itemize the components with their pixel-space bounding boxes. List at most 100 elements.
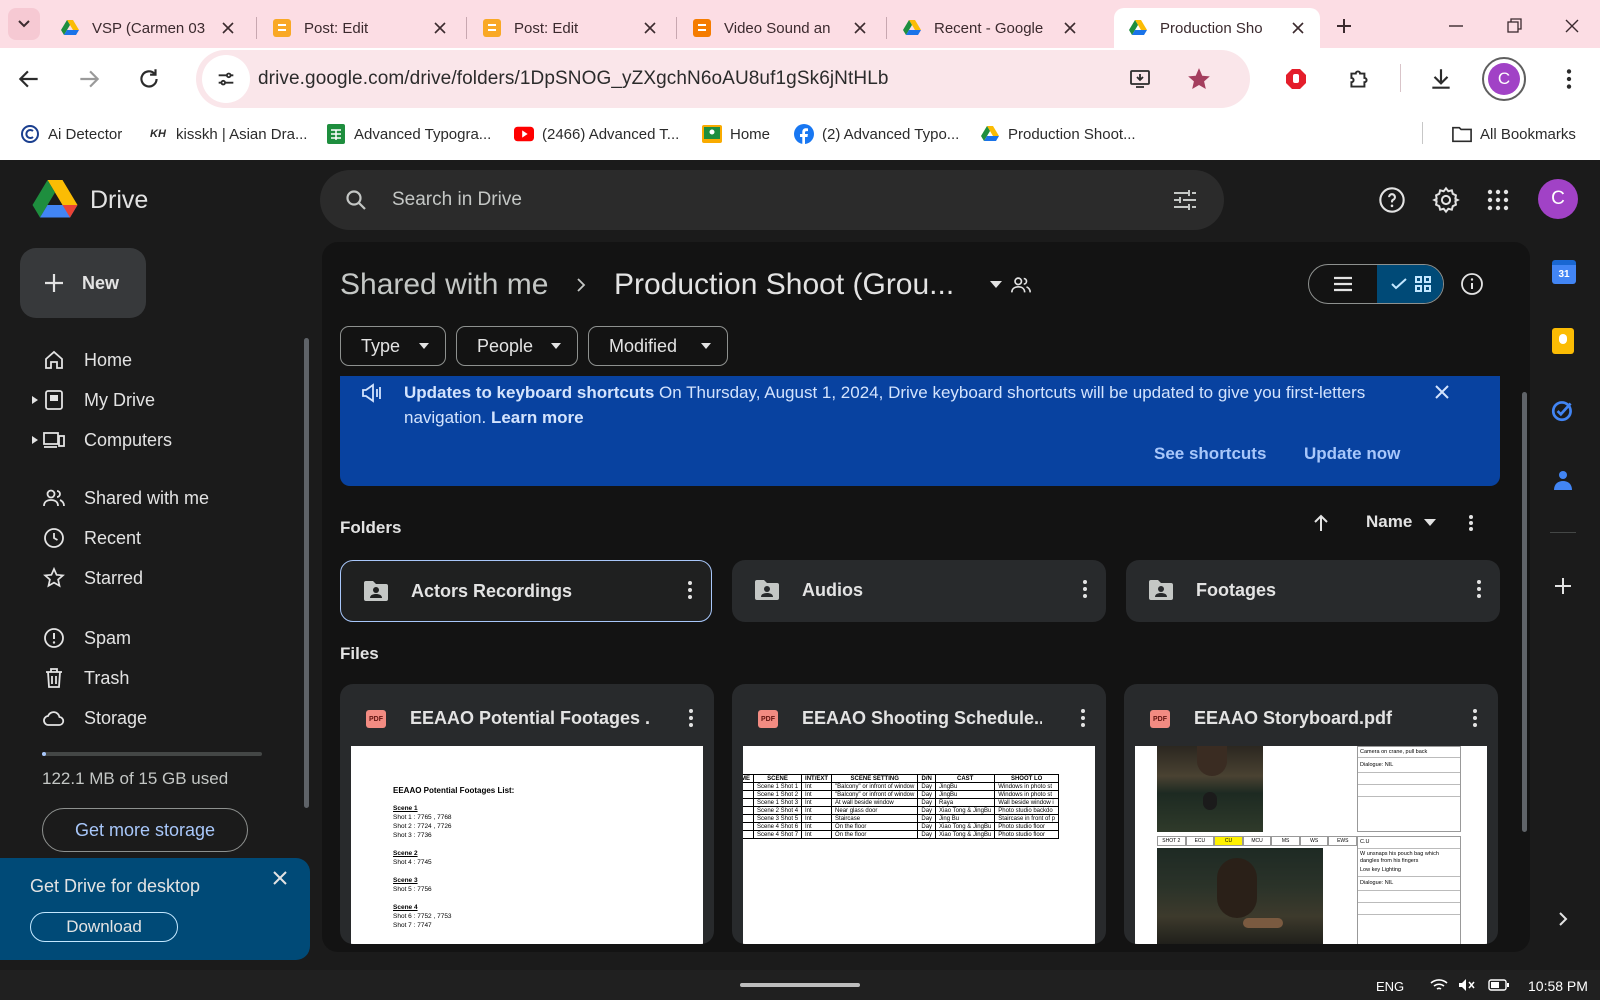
- taskbar-handle[interactable]: [740, 983, 860, 987]
- new-tab-button[interactable]: [1332, 14, 1356, 38]
- search-input[interactable]: Search in Drive: [392, 189, 522, 211]
- nav-storage[interactable]: Storage: [0, 702, 300, 734]
- site-info-button[interactable]: [202, 55, 250, 103]
- adblock-extension-icon[interactable]: [1284, 67, 1308, 91]
- filter-type[interactable]: Type: [340, 326, 446, 366]
- more-vert-icon[interactable]: [687, 580, 693, 600]
- more-vert-icon[interactable]: [1080, 708, 1086, 728]
- learn-more-link[interactable]: Learn more: [491, 408, 584, 427]
- new-button[interactable]: New: [20, 248, 146, 318]
- nav-computers[interactable]: Computers: [0, 424, 300, 456]
- search-icon[interactable]: [344, 188, 368, 212]
- bookmark-item[interactable]: Home: [702, 124, 770, 144]
- bookmark-item[interactable]: Advanced Typogra...: [326, 124, 491, 144]
- nav-shared-with-me[interactable]: Shared with me: [0, 482, 300, 514]
- bookmark-star-button[interactable]: [1186, 66, 1212, 92]
- minimize-window-button[interactable]: [1446, 16, 1470, 36]
- close-tab-icon[interactable]: [1286, 16, 1310, 40]
- drive-logo[interactable]: Drive: [32, 180, 148, 220]
- forward-button[interactable]: [76, 66, 102, 92]
- more-vert-icon[interactable]: [1082, 579, 1088, 599]
- browser-tab[interactable]: Post: Edit: [468, 8, 672, 48]
- drive-search-bar[interactable]: Search in Drive: [320, 170, 1224, 230]
- wifi-icon[interactable]: [1430, 978, 1448, 992]
- breadcrumb-parent[interactable]: Shared with me: [340, 268, 548, 302]
- close-banner-icon[interactable]: [1434, 384, 1450, 400]
- more-vert-icon[interactable]: [1472, 708, 1478, 728]
- battery-icon[interactable]: [1488, 978, 1510, 992]
- info-icon[interactable]: [1460, 272, 1484, 296]
- tab-search-button[interactable]: [8, 8, 40, 40]
- reload-button[interactable]: [136, 66, 162, 92]
- sort-direction-arrow-icon[interactable]: [1312, 514, 1330, 532]
- contacts-icon[interactable]: [1552, 468, 1574, 492]
- bookmark-item[interactable]: Production Shoot...: [980, 124, 1136, 144]
- bookmark-item[interactable]: Ai Detector: [20, 124, 122, 144]
- close-tab-icon[interactable]: [216, 16, 240, 40]
- see-shortcuts-button[interactable]: See shortcuts: [1154, 444, 1266, 464]
- keep-icon[interactable]: [1552, 328, 1574, 354]
- apps-grid-icon[interactable]: [1486, 188, 1510, 212]
- profile-avatar[interactable]: C: [1482, 57, 1526, 101]
- nav-my-drive[interactable]: My Drive: [0, 384, 300, 416]
- list-view-button[interactable]: [1309, 265, 1377, 303]
- search-options-icon[interactable]: [1172, 188, 1198, 212]
- bookmark-item[interactable]: (2) Advanced Typo...: [794, 124, 959, 144]
- file-card[interactable]: PDF EEAAO Storyboard.pdf Camera on crane…: [1124, 684, 1498, 944]
- tasks-icon[interactable]: [1550, 397, 1576, 423]
- extensions-puzzle-icon[interactable]: [1346, 66, 1372, 92]
- shared-folder-people-icon[interactable]: [1010, 274, 1032, 296]
- account-avatar[interactable]: C: [1538, 179, 1578, 219]
- back-button[interactable]: [16, 66, 42, 92]
- close-tab-icon[interactable]: [848, 16, 872, 40]
- file-card[interactable]: PDF EEAAO Potential Footages ... EEAAO P…: [340, 684, 714, 944]
- downloads-icon[interactable]: [1428, 66, 1454, 92]
- close-tab-icon[interactable]: [638, 16, 662, 40]
- expand-arrow-icon[interactable]: [32, 396, 38, 404]
- browser-tab[interactable]: Video Sound an: [678, 8, 882, 48]
- get-more-storage-button[interactable]: Get more storage: [42, 808, 248, 852]
- page-title[interactable]: Production Shoot (Grou...: [614, 268, 954, 302]
- browser-tab[interactable]: Recent - Google: [888, 8, 1092, 48]
- nav-spam[interactable]: Spam: [0, 622, 300, 654]
- browser-menu-icon[interactable]: [1556, 66, 1582, 92]
- nav-trash[interactable]: Trash: [0, 662, 300, 694]
- folder-card[interactable]: Actors Recordings: [340, 560, 712, 622]
- all-bookmarks-button[interactable]: All Bookmarks: [1452, 124, 1576, 144]
- install-app-button[interactable]: [1128, 67, 1152, 91]
- language-indicator[interactable]: ENG: [1376, 979, 1404, 994]
- sort-by-button[interactable]: Name: [1366, 512, 1437, 532]
- folder-card[interactable]: Audios: [732, 560, 1106, 622]
- clock-time[interactable]: 10:58 PM: [1528, 978, 1588, 994]
- close-tab-icon[interactable]: [1058, 16, 1082, 40]
- caret-down-icon[interactable]: [990, 281, 1002, 288]
- close-icon[interactable]: [272, 870, 288, 886]
- browser-tab[interactable]: VSP (Carmen 03: [46, 8, 250, 48]
- browser-tab-active[interactable]: Production Sho: [1114, 8, 1320, 48]
- calendar-icon[interactable]: 31: [1552, 260, 1576, 284]
- close-window-button[interactable]: [1562, 16, 1586, 36]
- address-bar[interactable]: drive.google.com/drive/folders/1DpSNOG_y…: [196, 50, 1250, 108]
- update-now-button[interactable]: Update now: [1304, 444, 1400, 464]
- settings-gear-icon[interactable]: [1432, 186, 1460, 214]
- bookmark-item[interactable]: KH kisskh | Asian Dra...: [148, 124, 307, 144]
- more-vert-icon[interactable]: [1476, 579, 1482, 599]
- chevron-right-icon[interactable]: [1558, 912, 1568, 926]
- help-icon[interactable]: [1378, 186, 1406, 214]
- filter-modified[interactable]: Modified: [588, 326, 728, 366]
- expand-arrow-icon[interactable]: [32, 436, 38, 444]
- add-addon-icon[interactable]: [1553, 576, 1573, 596]
- url-text[interactable]: drive.google.com/drive/folders/1DpSNOG_y…: [258, 68, 889, 90]
- volume-icon[interactable]: [1458, 978, 1476, 992]
- nav-home[interactable]: Home: [0, 344, 300, 376]
- restore-window-button[interactable]: [1504, 16, 1528, 36]
- close-tab-icon[interactable]: [428, 16, 452, 40]
- folder-card[interactable]: Footages: [1126, 560, 1500, 622]
- more-vert-icon[interactable]: [688, 708, 694, 728]
- content-scrollbar[interactable]: [1522, 392, 1527, 832]
- download-button[interactable]: Download: [30, 912, 178, 942]
- nav-recent[interactable]: Recent: [0, 522, 300, 554]
- more-vert-icon[interactable]: [1468, 514, 1474, 532]
- file-card[interactable]: PDF EEAAO Shooting Schedule.... ME SCENE I…: [732, 684, 1106, 944]
- grid-view-button[interactable]: [1377, 265, 1443, 303]
